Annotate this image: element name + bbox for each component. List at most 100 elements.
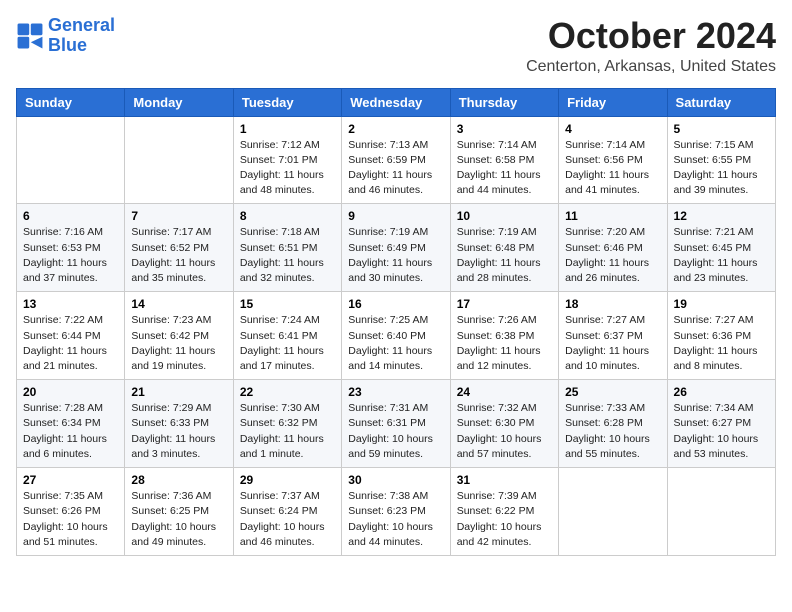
calendar-cell: 21Sunrise: 7:29 AM Sunset: 6:33 PM Dayli… [125,380,233,468]
day-number: 15 [240,297,335,311]
day-number: 24 [457,385,552,399]
calendar-cell: 10Sunrise: 7:19 AM Sunset: 6:48 PM Dayli… [450,204,558,292]
day-info: Sunrise: 7:34 AM Sunset: 6:27 PM Dayligh… [674,401,769,462]
day-number: 16 [348,297,443,311]
day-info: Sunrise: 7:24 AM Sunset: 6:41 PM Dayligh… [240,313,335,374]
day-info: Sunrise: 7:13 AM Sunset: 6:59 PM Dayligh… [348,138,443,199]
calendar-cell: 8 Sunrise: 7:18 AM Sunset: 6:51 PM Daylig… [233,204,341,292]
day-number: 31 [457,473,552,487]
day-number: 6 [23,209,118,223]
calendar-cell: 4Sunrise: 7:14 AM Sunset: 6:56 PM Daylig… [559,116,667,204]
calendar-cell: 19Sunrise: 7:27 AM Sunset: 6:36 PM Dayli… [667,292,775,380]
day-number: 8 [240,209,335,223]
day-number: 28 [131,473,226,487]
day-number: 21 [131,385,226,399]
calendar-cell: 23 Sunrise: 7:31 AM Sunset: 6:31 PM Dayli… [342,380,450,468]
day-info: Sunrise: 7:22 AM Sunset: 6:44 PM Dayligh… [23,313,118,374]
day-number: 30 [348,473,443,487]
calendar-cell: 31 Sunrise: 7:39 AM Sunset: 6:22 PM Dayli… [450,468,558,556]
day-number: 14 [131,297,226,311]
day-number: 17 [457,297,552,311]
header-cell-wednesday: Wednesday [342,88,450,116]
day-number: 20 [23,385,118,399]
day-info: Sunrise: 7:15 AM Sunset: 6:55 PM Dayligh… [674,138,769,199]
day-info: Sunrise: 7:28 AM Sunset: 6:34 PM Dayligh… [23,401,118,462]
day-info: Sunrise: 7:39 AM Sunset: 6:22 PM Dayligh… [457,489,552,550]
day-number: 22 [240,385,335,399]
day-info: Sunrise: 7:19 AM Sunset: 6:49 PM Dayligh… [348,225,443,286]
day-number: 25 [565,385,660,399]
day-info: Sunrise: 7:14 AM Sunset: 6:58 PM Dayligh… [457,138,552,199]
calendar-cell: 25Sunrise: 7:33 AM Sunset: 6:28 PM Dayli… [559,380,667,468]
day-number: 3 [457,122,552,136]
day-number: 4 [565,122,660,136]
day-info: Sunrise: 7:18 AM Sunset: 6:51 PM Dayligh… [240,225,335,286]
calendar-cell: 28 Sunrise: 7:36 AM Sunset: 6:25 PM Dayli… [125,468,233,556]
day-number: 19 [674,297,769,311]
logo-text: General Blue [48,16,115,56]
day-number: 9 [348,209,443,223]
calendar-cell [17,116,125,204]
calendar-cell: 3 Sunrise: 7:14 AM Sunset: 6:58 PM Daylig… [450,116,558,204]
day-info: Sunrise: 7:30 AM Sunset: 6:32 PM Dayligh… [240,401,335,462]
calendar-cell [125,116,233,204]
calendar-cell: 2Sunrise: 7:13 AM Sunset: 6:59 PM Daylig… [342,116,450,204]
calendar-cell: 29Sunrise: 7:37 AM Sunset: 6:24 PM Dayli… [233,468,341,556]
week-row-4: 20 Sunrise: 7:28 AM Sunset: 6:34 PM Dayli… [17,380,776,468]
header-row: SundayMondayTuesdayWednesdayThursdayFrid… [17,88,776,116]
day-info: Sunrise: 7:38 AM Sunset: 6:23 PM Dayligh… [348,489,443,550]
calendar-cell: 17 Sunrise: 7:26 AM Sunset: 6:38 PM Dayli… [450,292,558,380]
header-cell-thursday: Thursday [450,88,558,116]
day-info: Sunrise: 7:27 AM Sunset: 6:37 PM Dayligh… [565,313,660,374]
calendar-cell: 12Sunrise: 7:21 AM Sunset: 6:45 PM Dayli… [667,204,775,292]
day-info: Sunrise: 7:23 AM Sunset: 6:42 PM Dayligh… [131,313,226,374]
day-number: 29 [240,473,335,487]
day-number: 23 [348,385,443,399]
week-row-1: 1Sunrise: 7:12 AM Sunset: 7:01 PM Daylig… [17,116,776,204]
calendar-cell: 14 Sunrise: 7:23 AM Sunset: 6:42 PM Dayli… [125,292,233,380]
calendar-cell: 24Sunrise: 7:32 AM Sunset: 6:30 PM Dayli… [450,380,558,468]
calendar-cell [667,468,775,556]
calendar-cell: 11Sunrise: 7:20 AM Sunset: 6:46 PM Dayli… [559,204,667,292]
day-number: 1 [240,122,335,136]
logo-general: General [48,15,115,35]
day-number: 27 [23,473,118,487]
day-number: 5 [674,122,769,136]
calendar-cell: 9 Sunrise: 7:19 AM Sunset: 6:49 PM Daylig… [342,204,450,292]
week-row-2: 6Sunrise: 7:16 AM Sunset: 6:53 PM Daylig… [17,204,776,292]
month-title: October 2024 [526,16,776,56]
day-info: Sunrise: 7:31 AM Sunset: 6:31 PM Dayligh… [348,401,443,462]
day-info: Sunrise: 7:36 AM Sunset: 6:25 PM Dayligh… [131,489,226,550]
title-area: October 2024 Centerton, Arkansas, United… [526,16,776,76]
calendar-header: SundayMondayTuesdayWednesdayThursdayFrid… [17,88,776,116]
calendar-cell: 18Sunrise: 7:27 AM Sunset: 6:37 PM Dayli… [559,292,667,380]
day-number: 12 [674,209,769,223]
calendar-cell: 5 Sunrise: 7:15 AM Sunset: 6:55 PM Daylig… [667,116,775,204]
calendar-cell [559,468,667,556]
calendar-cell: 15 Sunrise: 7:24 AM Sunset: 6:41 PM Dayli… [233,292,341,380]
header-cell-sunday: Sunday [17,88,125,116]
day-number: 7 [131,209,226,223]
calendar-table: SundayMondayTuesdayWednesdayThursdayFrid… [16,88,776,556]
calendar-cell: 1Sunrise: 7:12 AM Sunset: 7:01 PM Daylig… [233,116,341,204]
header-cell-saturday: Saturday [667,88,775,116]
header-cell-monday: Monday [125,88,233,116]
calendar-cell: 6Sunrise: 7:16 AM Sunset: 6:53 PM Daylig… [17,204,125,292]
day-info: Sunrise: 7:19 AM Sunset: 6:48 PM Dayligh… [457,225,552,286]
header-cell-friday: Friday [559,88,667,116]
day-number: 26 [674,385,769,399]
header: General Blue October 2024 Centerton, Ark… [16,16,776,76]
day-info: Sunrise: 7:26 AM Sunset: 6:38 PM Dayligh… [457,313,552,374]
logo-blue: Blue [48,35,87,55]
calendar-cell: 22 Sunrise: 7:30 AM Sunset: 6:32 PM Dayli… [233,380,341,468]
day-info: Sunrise: 7:20 AM Sunset: 6:46 PM Dayligh… [565,225,660,286]
header-cell-tuesday: Tuesday [233,88,341,116]
calendar-cell: 26 Sunrise: 7:34 AM Sunset: 6:27 PM Dayli… [667,380,775,468]
calendar-cell: 16 Sunrise: 7:25 AM Sunset: 6:40 PM Dayli… [342,292,450,380]
day-info: Sunrise: 7:25 AM Sunset: 6:40 PM Dayligh… [348,313,443,374]
logo: General Blue [16,16,115,56]
calendar-cell: 27Sunrise: 7:35 AM Sunset: 6:26 PM Dayli… [17,468,125,556]
location-title: Centerton, Arkansas, United States [526,58,776,76]
calendar-cell: 13Sunrise: 7:22 AM Sunset: 6:44 PM Dayli… [17,292,125,380]
week-row-3: 13Sunrise: 7:22 AM Sunset: 6:44 PM Dayli… [17,292,776,380]
